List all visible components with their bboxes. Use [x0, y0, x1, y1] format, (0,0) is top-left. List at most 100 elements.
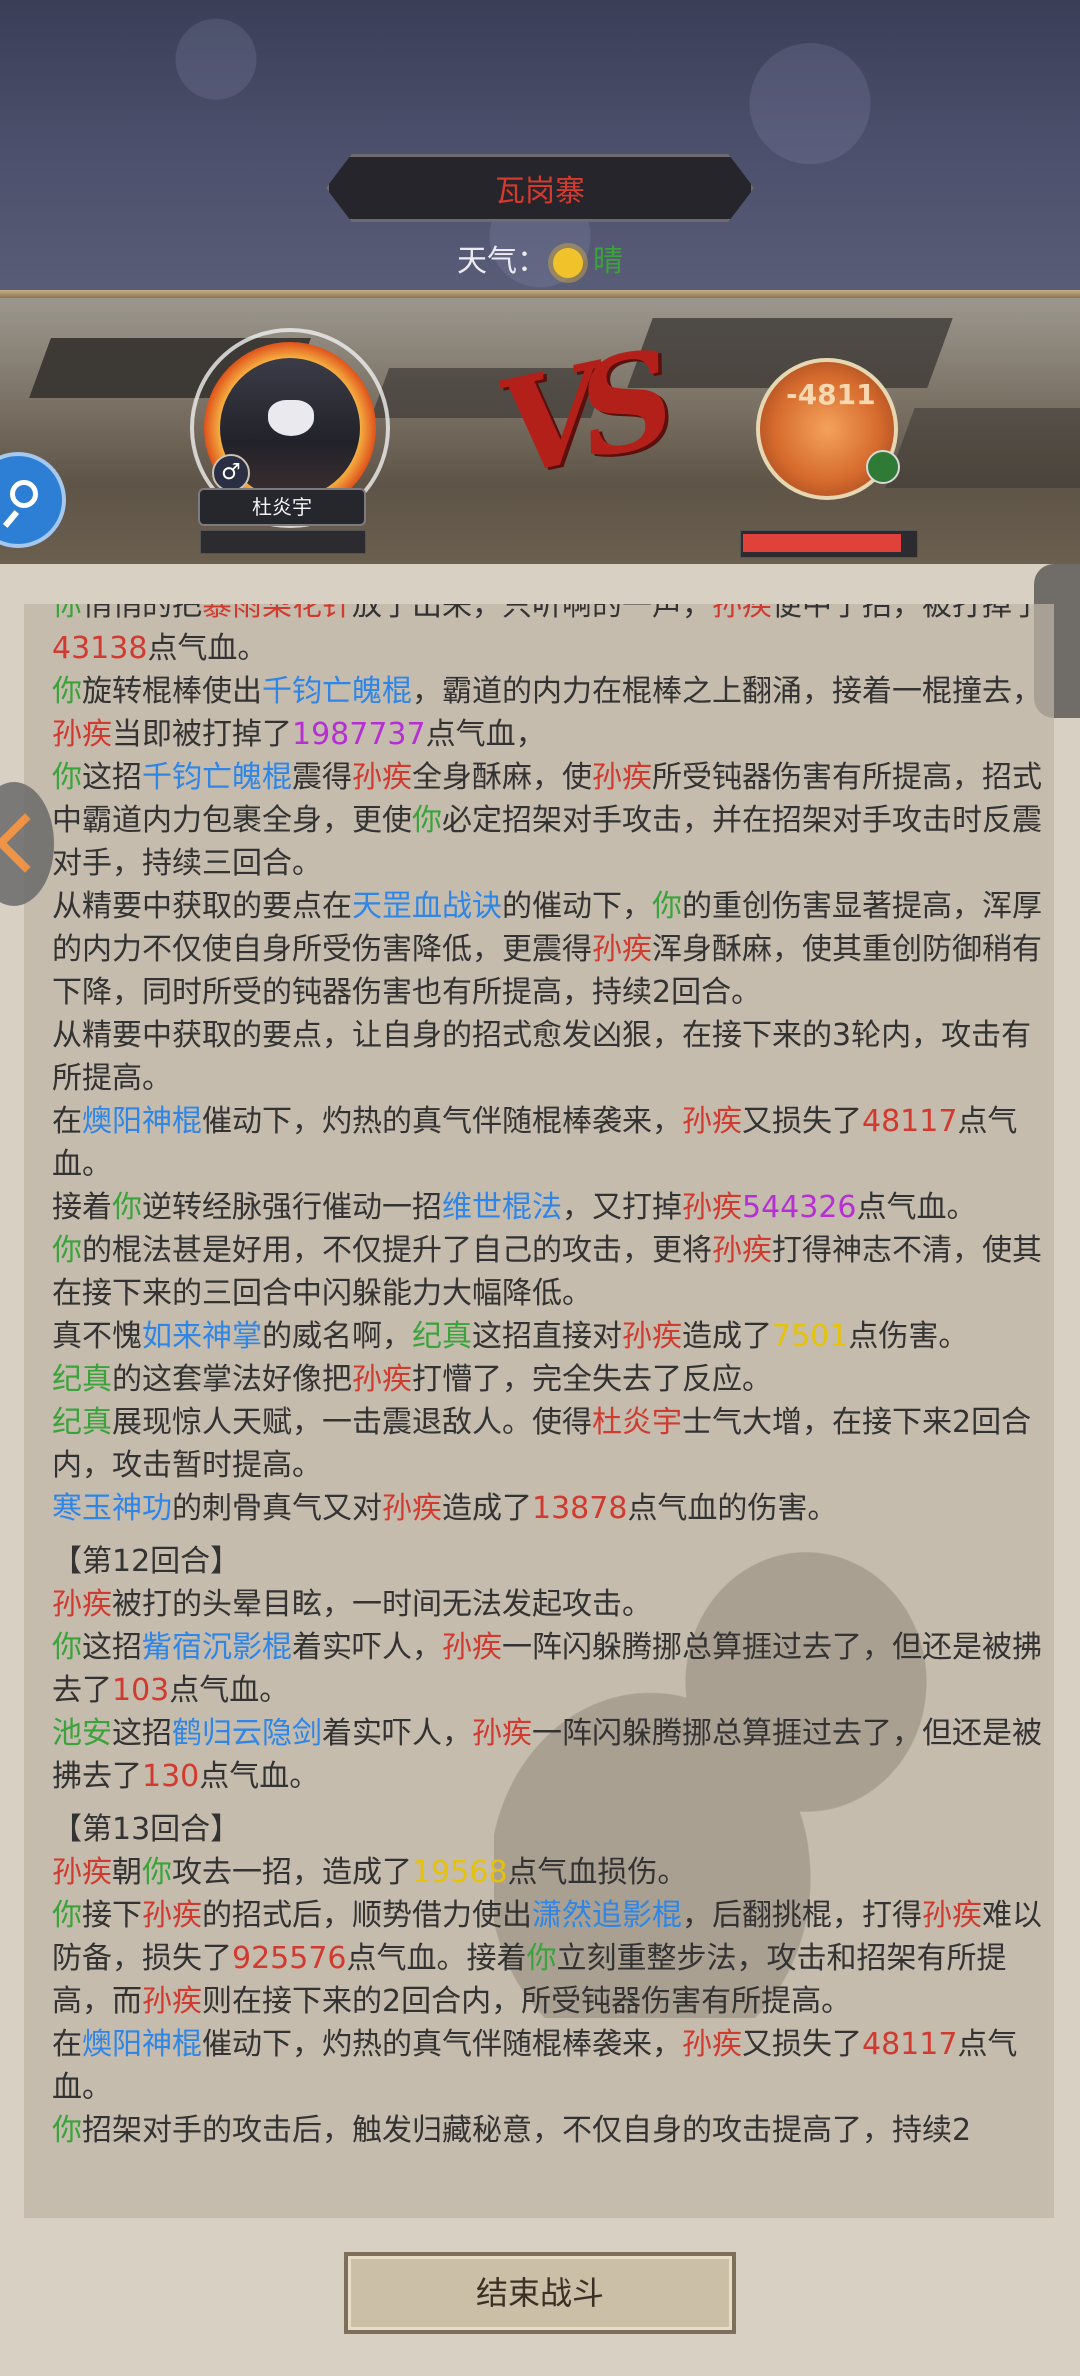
log-entry: 从精要中获取的要点在天罡血战诀的催动下，你的重创伤害显著提高，浑厚的内力不仅使自… — [52, 885, 1042, 1014]
chevron-left-icon — [0, 813, 55, 873]
log-segment: 48117 — [862, 1104, 958, 1139]
log-segment: 这招直接对 — [472, 1319, 622, 1354]
log-segment: 这招 — [82, 1630, 142, 1665]
log-entry: 在燠阳神棍催动下，灼热的真气伴随棍棒袭来，孙疾又损失了48117点气血。 — [52, 1100, 1042, 1186]
log-segment: 7501 — [772, 1319, 849, 1354]
log-segment: 孙疾 — [142, 1984, 202, 2019]
log-segment: 暴雨梨花针 — [202, 604, 352, 623]
log-segment: 925576 — [232, 1941, 347, 1976]
log-segment: 孙疾 — [922, 1898, 982, 1933]
log-segment: 逆转经脉强行催动一招 — [142, 1190, 442, 1225]
log-segment: 朝 — [112, 1855, 142, 1890]
log-segment: 103 — [112, 1673, 170, 1708]
location-name: 瓦岗寨 — [495, 174, 585, 209]
log-entry: 寒玉神功的刺骨真气又对孙疾造成了13878点气血的伤害。 — [52, 1487, 1042, 1530]
log-entry: 你接下孙疾的招式后，顺势借力使出潇然追影棍，后翻挑棍，打得孙疾难以防备，损失了9… — [52, 1894, 1042, 2023]
log-segment: 1987737 — [292, 717, 426, 752]
log-segment: 接下 — [82, 1898, 142, 1933]
log-segment: 维世棍法 — [442, 1190, 562, 1225]
log-segment: 孙疾 — [682, 1190, 742, 1225]
round-header: 【第13回合】 — [52, 1808, 1042, 1851]
log-segment: 的招式后，顺势借力使出 — [202, 1898, 532, 1933]
log-segment: 你 — [412, 803, 442, 838]
log-segment: 这招 — [82, 760, 142, 795]
log-segment: 孙疾 — [622, 1319, 682, 1354]
enemy-damage-popup: -4811 — [786, 378, 876, 411]
log-segment: 觜宿沉影棍 — [142, 1630, 292, 1665]
log-segment: 你 — [52, 674, 82, 709]
log-segment: 你 — [142, 1855, 172, 1890]
log-entry: 你悄悄的把暴雨梨花针放了出来，只听啊的一声，孙疾便中了招，被打掉了 43138点气… — [52, 604, 1042, 670]
log-segment: ，后翻挑棍，打得 — [682, 1898, 922, 1933]
log-segment: 纪真 — [52, 1362, 112, 1397]
weather-label: 天气： — [457, 244, 547, 279]
weather-value: 晴 — [593, 244, 623, 279]
log-segment: 的这套掌法好像把 — [112, 1362, 352, 1397]
log-segment: 展现惊人天赋，一击震退敌人。使得 — [112, 1405, 592, 1440]
enemy-hp-fill — [743, 534, 902, 552]
end-battle-button[interactable]: 结束战斗 — [344, 2252, 736, 2334]
log-entry: 孙疾被打的头晕目眩，一时间无法发起攻击。 — [52, 1583, 1042, 1626]
log-segment: 这招 — [112, 1716, 172, 1751]
player-hp-bar — [200, 530, 366, 554]
log-segment: 池安 — [52, 1716, 112, 1751]
log-entry: 真不愧如来神掌的威名啊，纪真这招直接对孙疾造成了7501点伤害。 — [52, 1315, 1042, 1358]
log-segment: 点气血。接着 — [346, 1941, 527, 1976]
log-entry: 孙疾朝你攻去一招，造成了19568点气血损伤。 — [52, 1851, 1042, 1894]
log-segment: 接着 — [52, 1190, 112, 1225]
log-entry: 在燠阳神棍催动下，灼热的真气伴随棍棒袭来，孙疾又损失了48117点气血。 — [52, 2023, 1042, 2109]
log-segment: 你 — [52, 1898, 82, 1933]
log-segment: 【第12回合】 — [52, 1544, 241, 1579]
log-segment: 你 — [52, 760, 82, 795]
log-entry: 接着你逆转经脉强行催动一招维世棍法，又打掉孙疾544326点气血。 — [52, 1186, 1042, 1229]
log-segment: 孙疾 — [52, 1587, 112, 1622]
log-segment: 孙疾 — [52, 1855, 112, 1890]
log-segment: 真不愧 — [52, 1319, 142, 1354]
log-segment: 燠阳神棍 — [82, 2027, 202, 2062]
log-segment: 孙疾 — [592, 932, 652, 967]
battle-log-panel[interactable]: 你悄悄的把暴雨梨花针放了出来，只听啊的一声，孙疾便中了招，被打掉了43138点气… — [24, 604, 1054, 2218]
log-segment: 点气血损伤。 — [507, 1855, 688, 1890]
log-segment: 震得 — [292, 760, 352, 795]
log-segment: 点气血， — [425, 717, 546, 752]
log-segment: 你 — [112, 1190, 142, 1225]
log-segment: 被打的头晕目眩，一时间无法发起攻击。 — [112, 1587, 652, 1622]
log-entry: 你的棍法甚是好用，不仅提升了自己的攻击，更将孙疾打得神志不清，使其在接下来的三回… — [52, 1229, 1042, 1315]
log-entry: 你旋转棍棒使出千钧亡魄棍，霸道的内力在棍棒之上翻涌，接着一棍撞去， 孙疾当即被打掉… — [52, 670, 1042, 756]
log-segment: 的威名啊， — [262, 1319, 412, 1354]
search-icon-handle — [2, 510, 20, 528]
log-segment: 【第13回合】 — [52, 1812, 241, 1847]
log-segment: 千钧亡魄棍 — [142, 760, 292, 795]
log-segment: 19568 — [412, 1855, 508, 1890]
log-segment: 着实吓人， — [322, 1716, 472, 1751]
log-segment: 的棍法甚是好用，不仅提升了自己的攻击，更将 — [82, 1233, 712, 1268]
log-segment: 造成了 — [682, 1319, 772, 1354]
log-segment: 天罡血战诀 — [352, 889, 502, 924]
battle-scene: VS ♂ 杜炎宇 -4811 — [0, 298, 1080, 564]
log-segment: ，又打掉 — [562, 1190, 682, 1225]
log-segment: 当即被打掉了 — [112, 717, 292, 752]
log-segment: 旋转棍棒使出 — [82, 674, 262, 709]
log-segment: 的刺骨真气又对 — [172, 1491, 382, 1526]
log-segment: 纪真 — [412, 1319, 472, 1354]
log-segment: 点气血。 — [856, 1190, 977, 1225]
sun-icon — [553, 247, 583, 278]
log-segment: 孙疾 — [682, 2027, 742, 2062]
log-segment: 纪真 — [52, 1405, 112, 1440]
log-segment: 你 — [52, 2113, 82, 2148]
log-segment: 孙疾 — [682, 1104, 742, 1139]
log-entry: 池安这招鹤归云隐剑着实吓人，孙疾一阵闪躲腾挪总算捱过去了，但还是被拂去了130点… — [52, 1712, 1042, 1798]
header-divider — [0, 290, 1080, 298]
log-segment: 又损失了 — [742, 2027, 862, 2062]
log-segment: 你 — [52, 1233, 82, 1268]
log-entry: 纪真的这套掌法好像把孙疾打懵了，完全失去了反应。 — [52, 1358, 1042, 1401]
log-segment: 130 — [142, 1759, 200, 1794]
log-segment: 你 — [52, 604, 82, 623]
scene-roof — [885, 408, 1080, 488]
log-segment: 13878 — [532, 1491, 628, 1526]
log-segment: 你 — [52, 1630, 82, 1665]
log-segment: 点伤害。 — [848, 1319, 969, 1354]
log-segment: 你 — [652, 889, 682, 924]
log-segment: 便中了招，被打掉了 — [772, 604, 1042, 623]
log-segment: 悄悄的把 — [82, 604, 202, 623]
